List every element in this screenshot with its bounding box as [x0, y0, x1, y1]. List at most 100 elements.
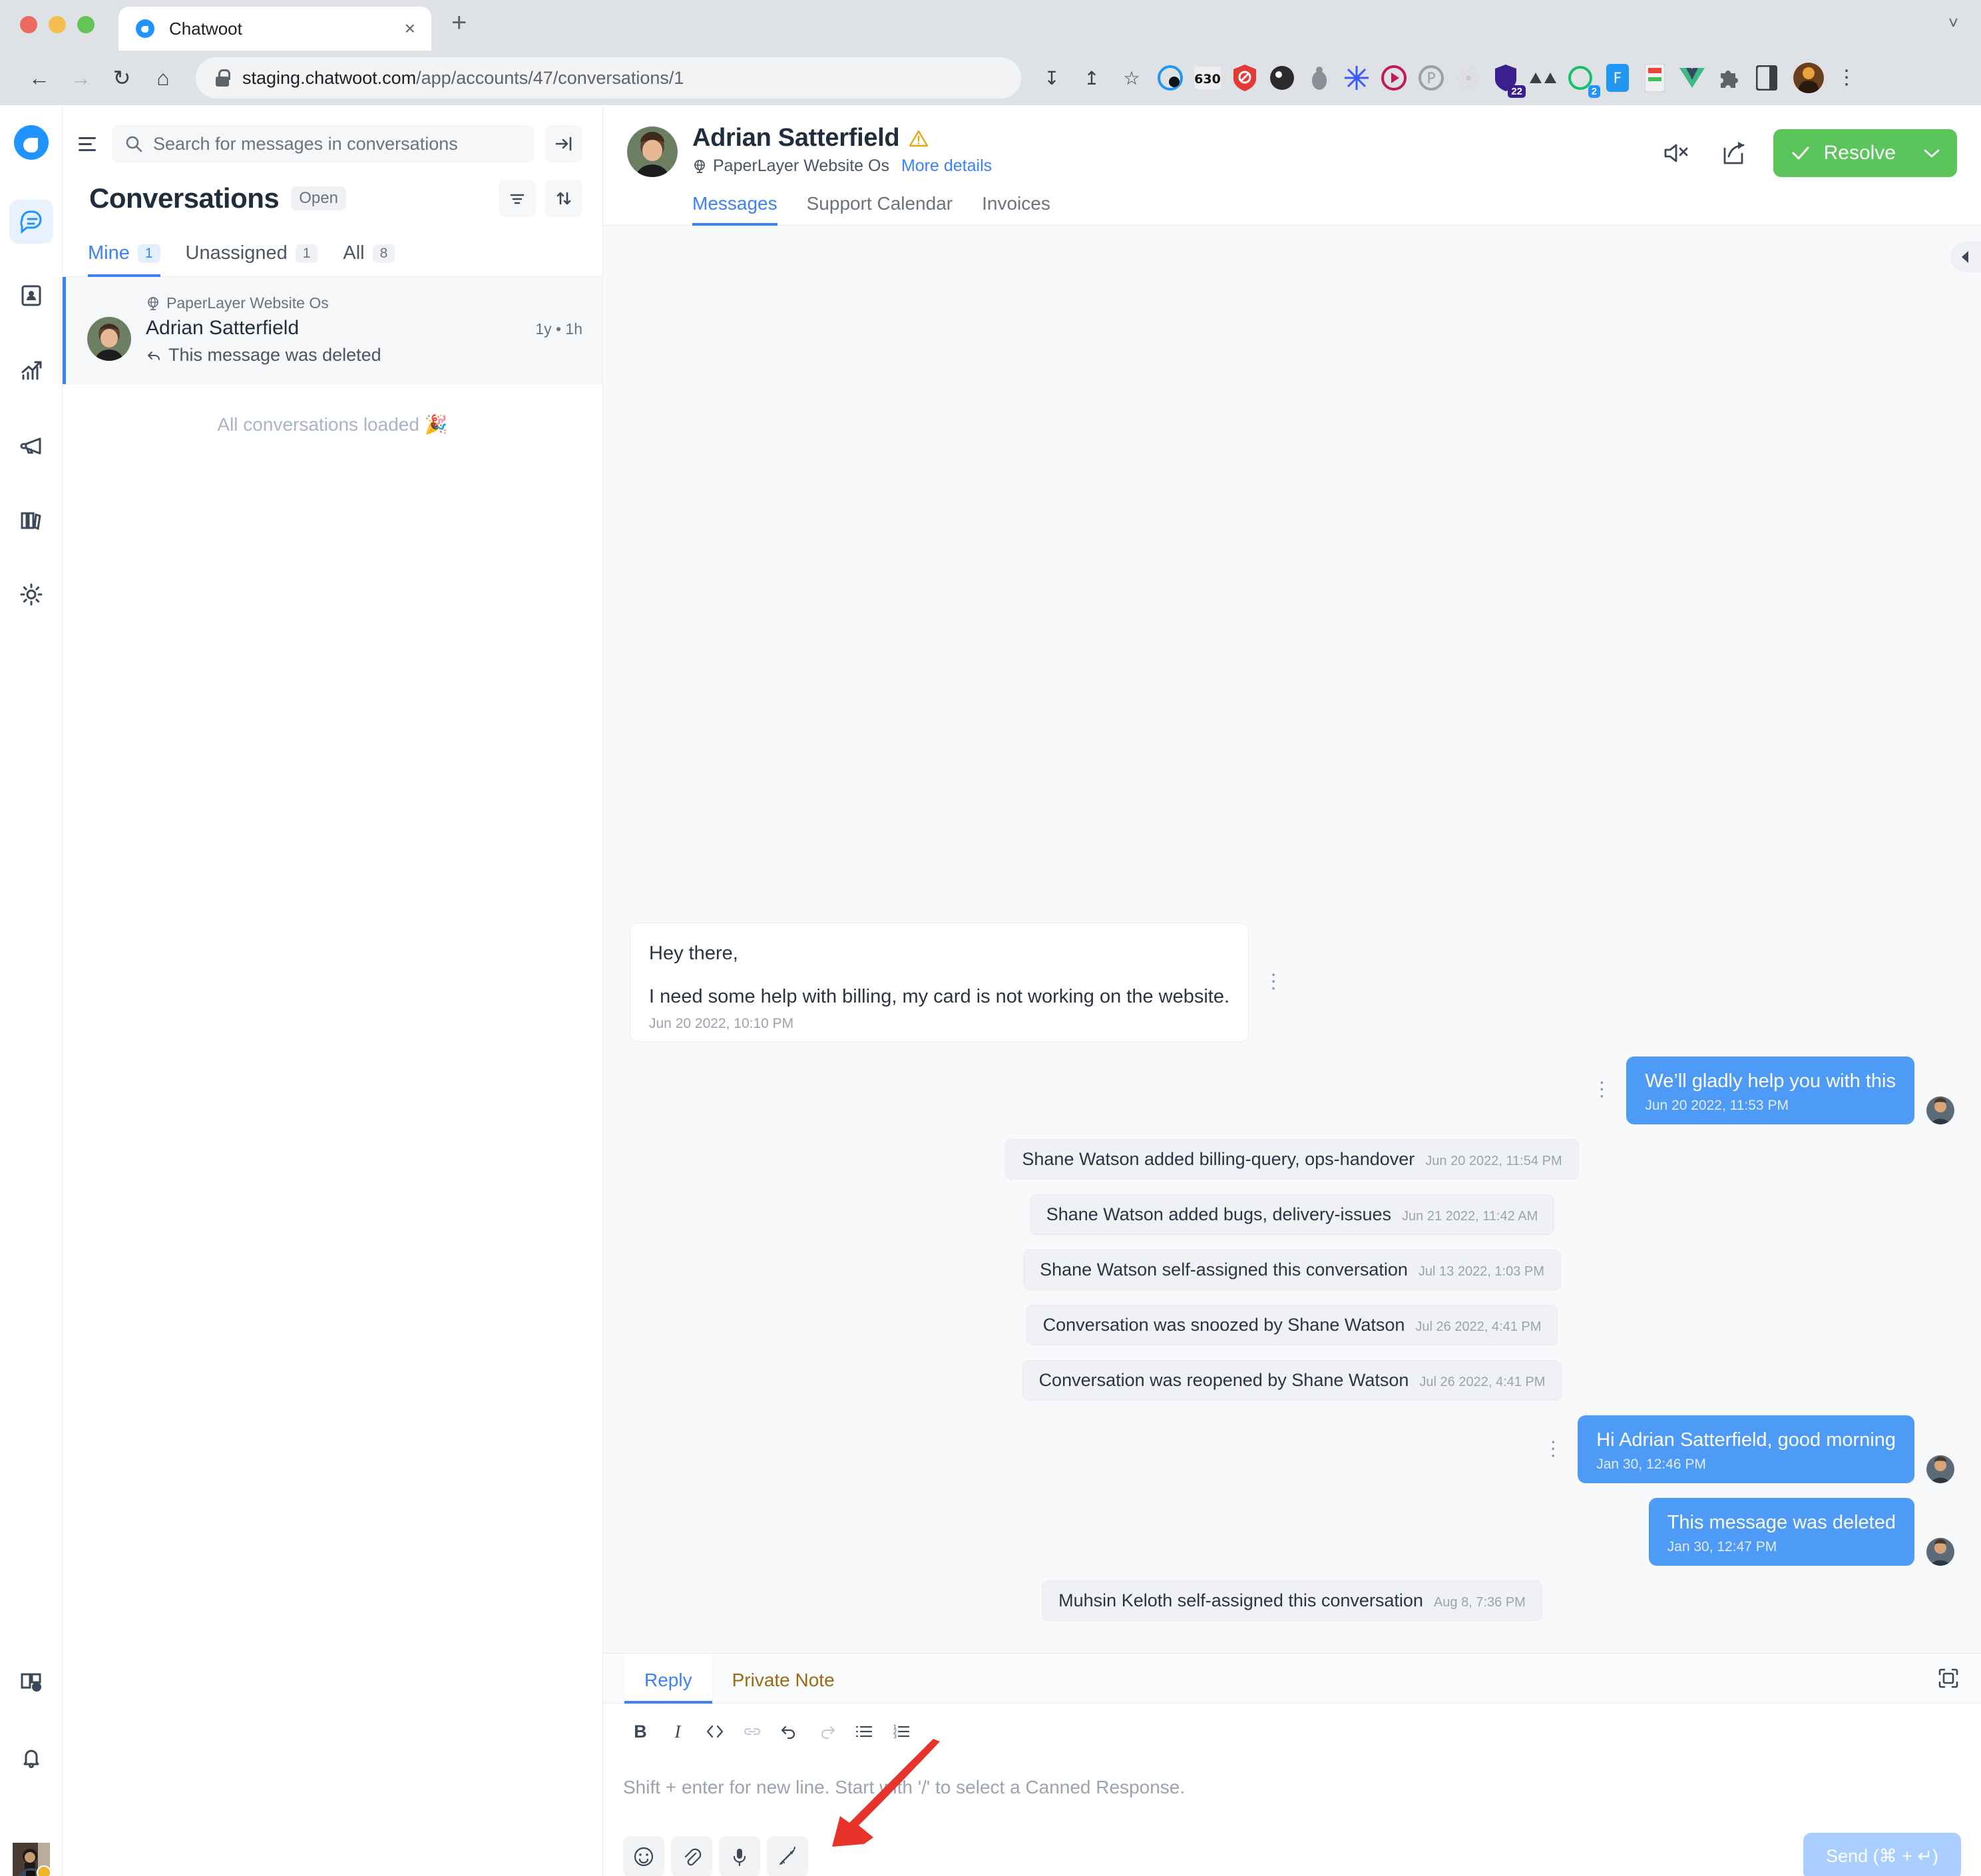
outgoing-message-bubble[interactable]: We’ll gladly help you with this Jun 20 2… [1626, 1056, 1914, 1124]
sidebar-item-campaigns[interactable] [9, 423, 53, 467]
message-menu-kebab-icon[interactable]: ⋮ [1577, 1080, 1626, 1099]
tab-reply[interactable]: Reply [624, 1654, 712, 1704]
send-button[interactable]: Send (⌘ + ↵) [1803, 1833, 1961, 1876]
tab-unassigned[interactable]: Unassigned 1 [186, 242, 318, 276]
tab-search-chevron-down-icon[interactable]: ˅ [1948, 13, 1958, 51]
audio-record-button[interactable] [719, 1835, 760, 1876]
activity-message: Muhsin Keloth self-assigned this convers… [1042, 1580, 1542, 1621]
toggle-contact-panel-button[interactable] [1950, 242, 1981, 272]
reload-button[interactable]: ↻ [101, 57, 142, 99]
back-button[interactable]: ← [19, 57, 60, 99]
close-window-button[interactable] [20, 16, 37, 33]
status-filter-chip[interactable]: Open [291, 186, 346, 210]
signature-button[interactable] [767, 1835, 808, 1876]
bookmark-star-icon[interactable]: ☆ [1113, 59, 1150, 97]
extension-icon-adblock[interactable] [1230, 63, 1259, 93]
close-tab-button[interactable]: × [405, 19, 415, 38]
extension-icon-ghost[interactable] [1267, 63, 1297, 93]
tab-messages[interactable]: Messages [692, 193, 777, 226]
minimize-window-button[interactable] [49, 16, 66, 33]
sidebar-item-reports[interactable] [9, 349, 53, 393]
website-globe-icon [148, 296, 158, 310]
conversation-list-header: Conversations Open [63, 162, 602, 217]
sidebar-item-settings[interactable] [9, 573, 53, 616]
download-icon[interactable]: ↧ [1033, 59, 1070, 97]
outgoing-message-bubble[interactable]: Hi Adrian Satterfield, good morning Jan … [1578, 1415, 1914, 1483]
agent-avatar [1926, 1538, 1954, 1566]
tab-mine[interactable]: Mine 1 [88, 242, 160, 277]
home-icon[interactable]: ⌂ [142, 57, 184, 99]
extension-icon-speed[interactable]: 630 [1193, 63, 1222, 93]
emoji-button[interactable] [623, 1835, 664, 1876]
address-bar[interactable]: staging.chatwoot.com/app/accounts/47/con… [196, 57, 1021, 99]
hamburger-menu-icon[interactable] [79, 132, 101, 155]
extension-icon-pocket[interactable]: P [1417, 63, 1446, 93]
extension-icon-react-devtools[interactable] [1454, 63, 1483, 93]
sidebar-item-contacts[interactable] [9, 274, 53, 318]
expand-editor-button[interactable] [1933, 1663, 1964, 1694]
message-menu-kebab-icon[interactable]: ⋮ [1528, 1439, 1578, 1458]
activity-timestamp: Jun 20 2022, 11:54 PM [1425, 1153, 1562, 1168]
outgoing-message-bubble[interactable]: This message was deleted Jan 30, 12:47 P… [1648, 1497, 1914, 1566]
mute-button[interactable] [1659, 136, 1693, 170]
attachment-button[interactable] [671, 1835, 712, 1876]
tab-private-note[interactable]: Private Note [712, 1654, 855, 1703]
extension-icon-figma[interactable]: F [1603, 63, 1632, 93]
chrome-menu-kebab-icon[interactable]: ⋮ [1833, 68, 1860, 88]
more-details-link[interactable]: More details [901, 156, 992, 176]
numbered-list-button[interactable]: 1 2 3 [883, 1714, 920, 1749]
link-button[interactable] [734, 1714, 771, 1749]
filter-button[interactable] [499, 180, 536, 217]
search-input[interactable]: Search for messages in conversations [112, 125, 535, 162]
share-icon[interactable]: ↥ [1073, 59, 1110, 97]
extension-icon-grammar[interactable]: 2 [1566, 63, 1600, 98]
extension-icon-record[interactable] [1379, 63, 1409, 93]
chrome-profile-avatar[interactable] [1793, 63, 1824, 93]
extension-icon-puzzle[interactable] [1715, 63, 1744, 93]
message-line: Hi Adrian Satterfield, good morning [1596, 1429, 1896, 1451]
browser-tab[interactable]: Chatwoot × [118, 7, 431, 51]
tab-invoices[interactable]: Invoices [982, 193, 1050, 225]
resolve-button[interactable]: Resolve [1773, 129, 1957, 177]
extension-icon-privacy[interactable] [1156, 63, 1185, 93]
bullet-list-button[interactable] [845, 1714, 883, 1749]
collapse-sidebar-button[interactable] [545, 125, 582, 162]
link-icon [744, 1728, 761, 1736]
extension-icon-mouse[interactable] [1305, 63, 1334, 93]
messages-scroll-area[interactable]: Hey there, I need some help with billing… [603, 226, 1981, 1653]
sidebar-item-notifications[interactable] [9, 1735, 53, 1779]
chatwoot-logo[interactable] [13, 124, 50, 161]
resolve-dropdown-chevron-down-icon[interactable] [1913, 129, 1957, 177]
extension-icon-bitwarden[interactable]: 22 [1491, 63, 1526, 98]
sort-button[interactable] [545, 180, 582, 217]
share-conversation-button[interactable] [1716, 136, 1751, 170]
sidebar-item-conversations[interactable] [9, 200, 53, 244]
contact-avatar[interactable] [627, 126, 678, 177]
tab-support-calendar[interactable]: Support Calendar [807, 193, 953, 225]
extension-icon-notes[interactable] [1640, 63, 1669, 93]
extension-icon-snowflake[interactable] [1342, 63, 1371, 93]
extension-icon-sidepanel[interactable] [1752, 63, 1781, 93]
resolve-button-main[interactable]: Resolve [1773, 142, 1913, 164]
italic-button[interactable]: I [659, 1714, 696, 1749]
reply-textarea[interactable]: Shift + enter for new line. Start with '… [603, 1754, 1981, 1798]
redo-button[interactable] [808, 1714, 845, 1749]
extension-icon-vue-devtools[interactable] [1677, 63, 1707, 93]
code-icon [706, 1725, 724, 1738]
extension-icon-analytics[interactable] [1528, 63, 1558, 93]
window-traffic-lights[interactable] [20, 16, 95, 51]
bold-button[interactable]: B [622, 1714, 659, 1749]
maximize-window-button[interactable] [77, 16, 95, 33]
code-button[interactable] [696, 1714, 734, 1749]
conversation-list-actions [499, 180, 582, 217]
new-tab-button[interactable]: + [451, 9, 467, 51]
undo-button[interactable] [771, 1714, 808, 1749]
sidebar-item-help-center[interactable] [9, 498, 53, 542]
incoming-message-bubble[interactable]: Hey there, I need some help with billing… [630, 923, 1249, 1042]
tab-all[interactable]: All 8 [343, 242, 395, 276]
sidebar-item-docs[interactable] [9, 1660, 53, 1704]
message-menu-kebab-icon[interactable]: ⋮ [1249, 972, 1298, 991]
forward-button[interactable]: → [60, 57, 101, 99]
current-user-avatar[interactable] [12, 1843, 51, 1876]
list-item[interactable]: PaperLayer Website Os Adrian Satterfield… [63, 277, 602, 384]
